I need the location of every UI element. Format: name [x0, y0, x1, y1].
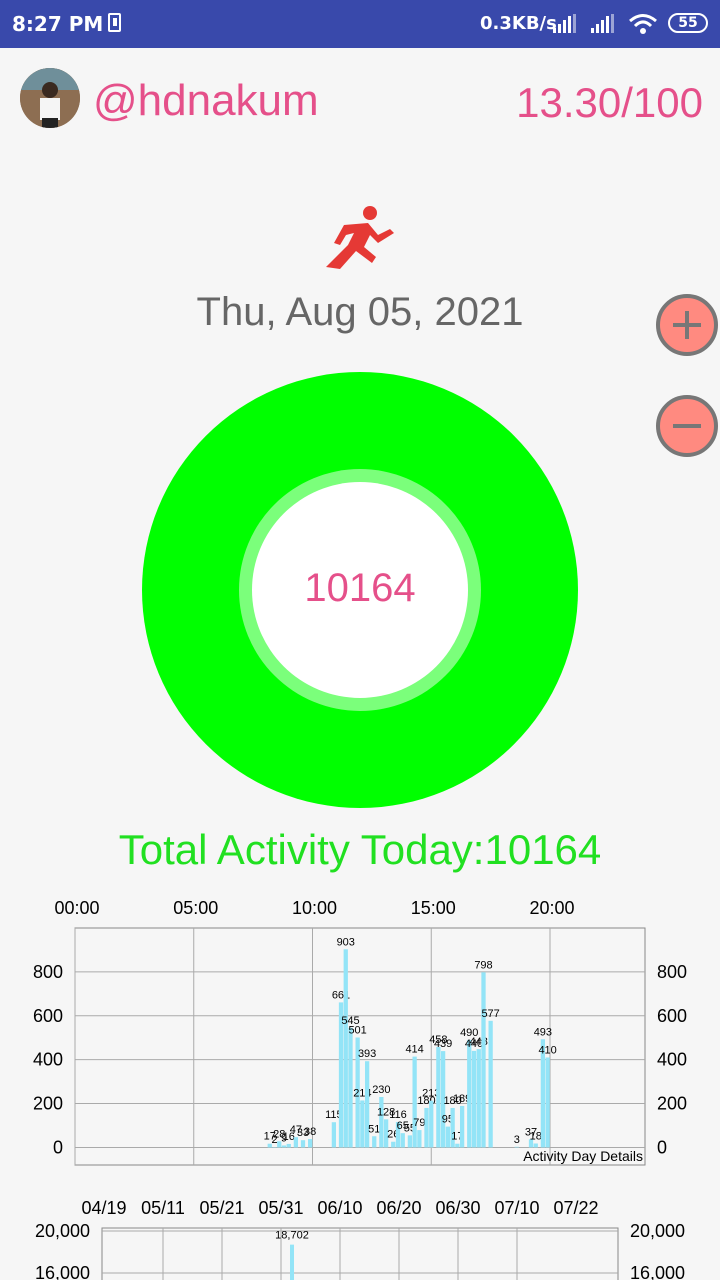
bar: [514, 1146, 519, 1148]
steps-count: 10164: [304, 566, 416, 610]
bar-label: 414: [405, 1044, 423, 1056]
bar: [343, 949, 348, 1148]
network-speed: 0.3KB/s: [480, 13, 557, 34]
chart-description: Activity Day Details: [523, 1148, 643, 1164]
activity-day-chart: 0 0 200 200 400 400 600 600 800 800 00:00 05:00 10:0…: [33, 898, 687, 1166]
date-label: Thu, Aug 05, 2021: [196, 290, 524, 334]
bar-label: 903: [337, 936, 355, 948]
bar: [348, 1027, 353, 1148]
bar-label: 410: [538, 1044, 556, 1056]
y-tick-label-left: 800: [33, 962, 63, 982]
bar: [407, 1135, 413, 1148]
x-tick-label: 07/22: [553, 1198, 598, 1218]
bar: [481, 972, 486, 1148]
y-tick-label-left: 16,000: [35, 1263, 90, 1280]
y-tick-label-right: 16,000: [630, 1263, 685, 1280]
y-tick-label-right: 0: [657, 1137, 667, 1157]
signal-icon: [591, 14, 614, 33]
bar: [476, 1049, 481, 1148]
bar: [436, 1046, 441, 1148]
subtract-button[interactable]: [656, 395, 718, 457]
x-tick-label: 05:00: [173, 898, 218, 918]
bar: [379, 1096, 384, 1148]
x-tick-label: 04/19: [81, 1198, 126, 1218]
bar-label: 18: [530, 1130, 542, 1142]
bar: [331, 1122, 337, 1148]
bar: [424, 1107, 429, 1148]
x-tick-label: 05/31: [258, 1198, 303, 1218]
y-tick-label-left: 600: [33, 1006, 63, 1026]
sim-icon: [108, 13, 121, 32]
x-tick-label: 06/20: [376, 1198, 421, 1218]
minus-icon: [673, 424, 701, 428]
x-tick-label: 05/21: [199, 1198, 244, 1218]
y-tick-label-right: 600: [657, 1006, 687, 1026]
bar: [391, 1141, 396, 1148]
bar-label: 493: [534, 1026, 552, 1038]
y-tick-label-right: 400: [657, 1050, 687, 1070]
bar: [372, 1136, 377, 1148]
bar: [281, 1145, 287, 1148]
bar: [400, 1133, 405, 1148]
bar: [290, 1244, 294, 1280]
bar-label: 501: [348, 1025, 366, 1037]
bar-label: 38: [304, 1126, 316, 1138]
bar: [307, 1139, 313, 1148]
plot-frame: [74, 927, 646, 1166]
wifi-icon: [629, 14, 657, 34]
bar: [417, 1130, 422, 1148]
x-tick-label: 15:00: [411, 898, 456, 918]
activity-history-chart: 04/19 05/11 05/21 05/31 06/10 06/20 06/30 07/10…: [35, 1198, 685, 1280]
add-button[interactable]: [656, 294, 718, 356]
y-tick-label-right: 20,000: [630, 1221, 685, 1241]
bar-label: 439: [434, 1038, 452, 1050]
y-tick-label-right: 200: [657, 1094, 687, 1114]
x-tick-label: 06/30: [435, 1198, 480, 1218]
x-tick-label: 05/11: [141, 1198, 185, 1218]
battery-icon: 55: [668, 13, 708, 33]
bar-label: 393: [358, 1048, 376, 1060]
plot-frame: [101, 1227, 619, 1280]
bar-label: 230: [372, 1084, 390, 1096]
bar: [488, 1020, 493, 1148]
bar: [471, 1050, 477, 1148]
y-tick-label-left: 400: [33, 1050, 63, 1070]
bar-label: 577: [481, 1008, 499, 1020]
bar: [286, 1143, 291, 1148]
bar-label: 51: [368, 1123, 380, 1135]
bar-label: 798: [474, 959, 492, 971]
total-activity-label: Total Activity Today:10164: [118, 826, 602, 873]
signal-icon: [553, 14, 576, 33]
x-tick-label: 07/10: [494, 1198, 539, 1218]
bar: [533, 1143, 538, 1148]
bar: [545, 1057, 550, 1148]
bar: [429, 1100, 434, 1148]
bar: [412, 1056, 417, 1148]
bar: [455, 1143, 460, 1148]
bar: [300, 1140, 306, 1148]
y-tick-label-left: 20,000: [35, 1221, 90, 1241]
goal-progress: 13.30/100: [516, 79, 703, 126]
bar-label: 3: [514, 1134, 520, 1146]
status-bar: 8:27 PM 0.3KB/s 55: [0, 0, 720, 48]
bar: [459, 1105, 465, 1148]
bar-label: 79: [413, 1117, 425, 1129]
username: @hdnakum: [93, 76, 319, 125]
y-tick-label-left: 200: [33, 1094, 63, 1114]
status-time: 8:27 PM: [12, 12, 104, 36]
y-tick-label-left: 0: [53, 1137, 63, 1157]
avatar[interactable]: [20, 68, 80, 128]
x-tick-label: 00:00: [54, 898, 99, 918]
bar: [467, 1039, 472, 1148]
bar: [445, 1126, 451, 1148]
y-tick-label-right: 800: [657, 962, 687, 982]
bar: [360, 1100, 365, 1148]
runner-icon: [326, 206, 394, 269]
x-tick-label: 06/10: [317, 1198, 362, 1218]
x-tick-label: 10:00: [292, 898, 337, 918]
bar-label: 18,702: [275, 1230, 309, 1242]
x-tick-label: 20:00: [529, 898, 574, 918]
